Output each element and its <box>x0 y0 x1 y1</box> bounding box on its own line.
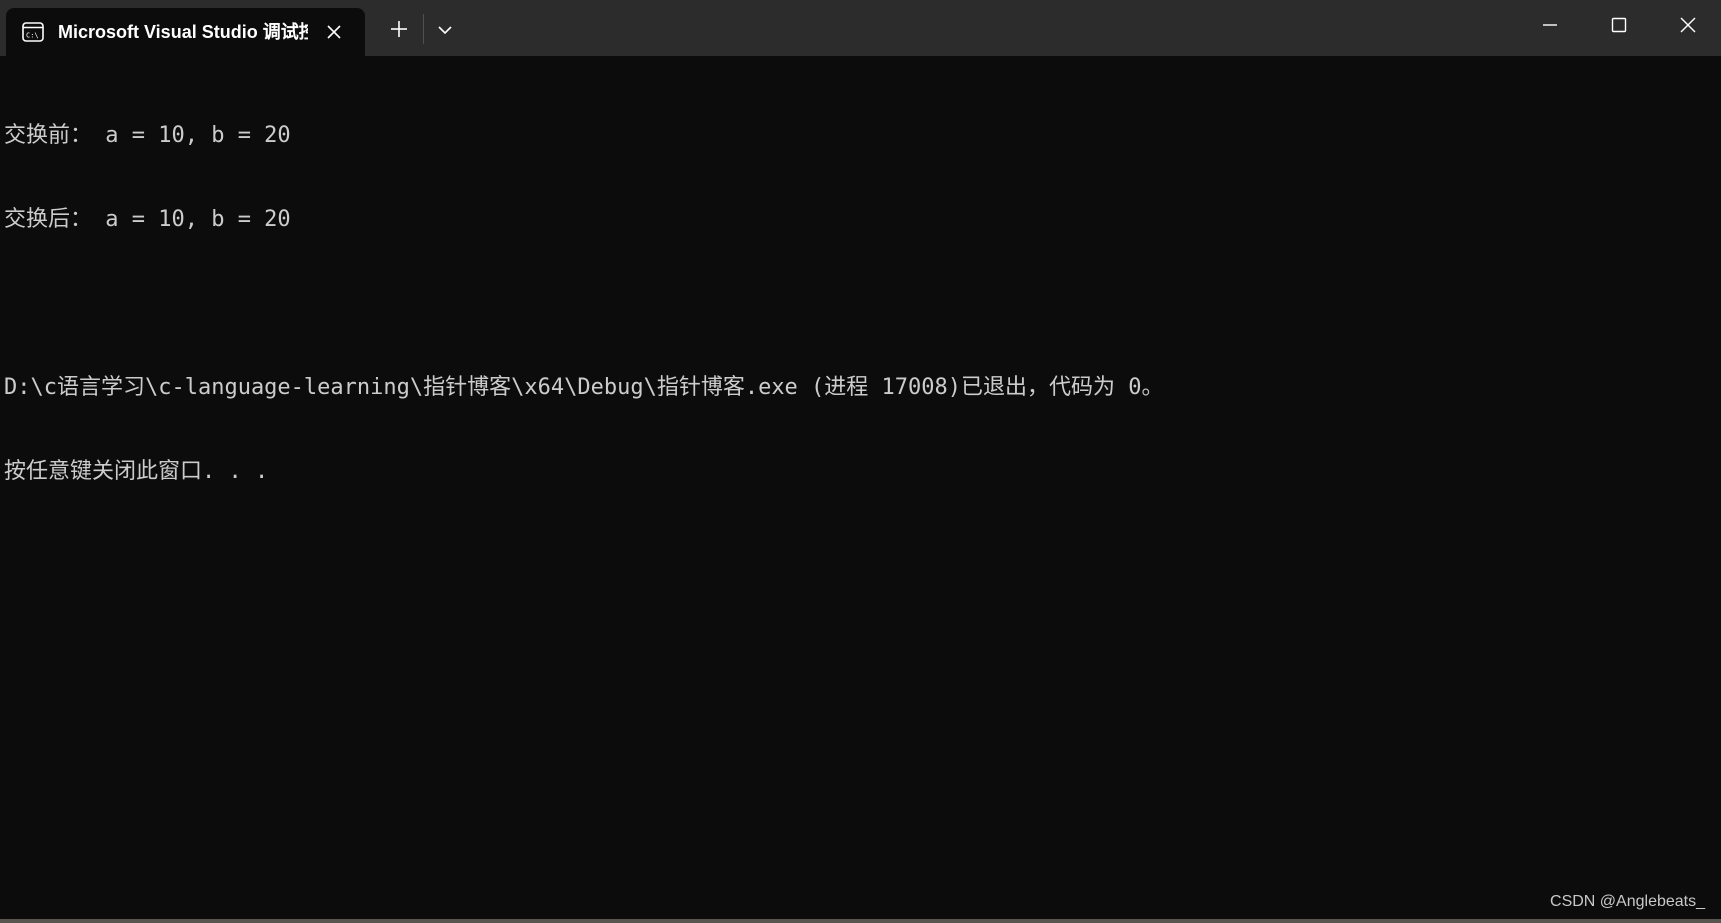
minimize-button[interactable] <box>1515 0 1583 52</box>
close-icon <box>1680 17 1696 33</box>
output-line-after-swap: 交换后： a = 10, b = 20 <box>4 207 291 232</box>
maximize-button[interactable] <box>1584 0 1652 52</box>
plus-icon <box>391 21 407 37</box>
output-line-before-swap: 交换前： a = 10, b = 20 <box>4 123 291 148</box>
tab-vs-debug-console[interactable]: C:\ Microsoft Visual Studio 调试控制台 <box>6 8 365 56</box>
output-line-press-key: 按任意键关闭此窗口. . . <box>4 459 269 484</box>
chevron-down-icon <box>438 26 452 35</box>
maximize-icon <box>1611 17 1627 33</box>
svg-text:C:\: C:\ <box>26 32 39 40</box>
tab-separator <box>423 14 424 44</box>
terminal-window: C:\ Microsoft Visual Studio 调试控制台 <box>0 0 1721 923</box>
watermark: CSDN @Anglebeats_ <box>1550 893 1705 910</box>
console-icon: C:\ <box>21 20 45 44</box>
output-line-exit-status: D:\c语言学习\c-language-learning\指针博客\x64\De… <box>4 375 1164 400</box>
close-tab-icon[interactable] <box>324 22 344 42</box>
output-line-blank <box>4 290 1714 318</box>
close-window-button[interactable] <box>1653 0 1721 52</box>
terminal-output[interactable]: 交换前： a = 10, b = 20 交换后： a = 10, b = 20 … <box>4 66 1714 542</box>
bottom-edge <box>0 919 1721 923</box>
tab-dropdown-button[interactable] <box>434 20 456 40</box>
minimize-icon <box>1543 24 1557 26</box>
title-bar: C:\ Microsoft Visual Studio 调试控制台 <box>0 0 1721 56</box>
tab-title: Microsoft Visual Studio 调试控制台 <box>58 22 308 42</box>
new-tab-button[interactable] <box>386 16 412 42</box>
